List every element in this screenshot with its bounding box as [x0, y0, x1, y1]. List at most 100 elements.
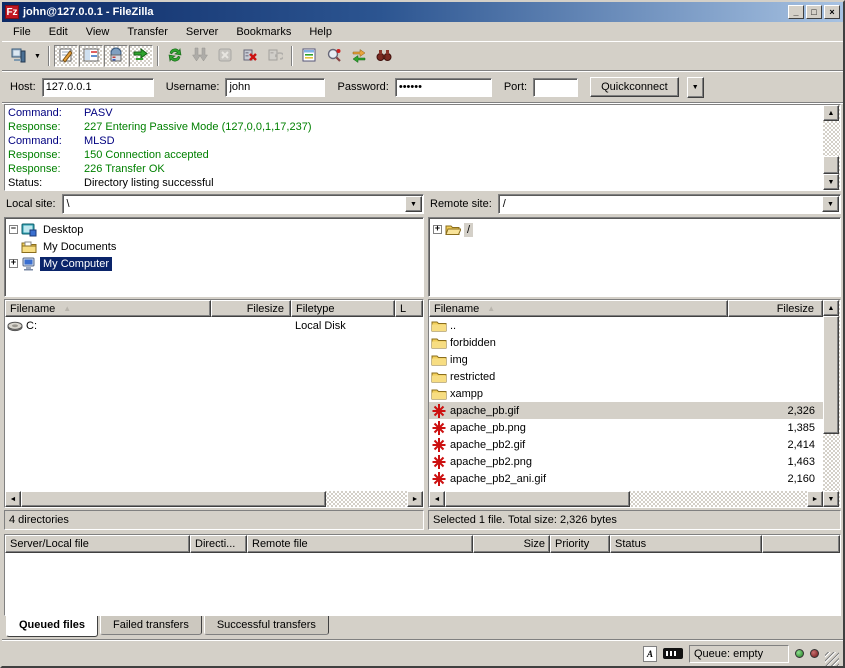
collapse-icon[interactable]: −: [9, 225, 18, 234]
scroll-down-icon[interactable]: ▼: [823, 491, 839, 507]
remote-file-row[interactable]: ..: [429, 317, 823, 334]
remote-file-row-selected[interactable]: apache_pb.gif2,326: [429, 402, 823, 419]
local-list-header: Filename▲ Filesize Filetype L: [5, 300, 423, 317]
password-input[interactable]: [395, 78, 492, 97]
scroll-right-icon[interactable]: ►: [807, 491, 823, 507]
remote-site-combobox[interactable]: / ▼: [498, 194, 841, 214]
local-directory-tree[interactable]: − Desktop My Documents + My Computer: [4, 217, 424, 297]
scroll-left-icon[interactable]: ◄: [429, 491, 445, 507]
menu-server[interactable]: Server: [177, 24, 227, 40]
maximize-button[interactable]: □: [806, 5, 822, 19]
scrollbar-thumb[interactable]: [445, 491, 630, 507]
column-filesize[interactable]: Filesize: [211, 300, 291, 317]
quickconnect-dropdown-icon[interactable]: ▼: [687, 77, 704, 98]
remote-file-row[interactable]: apache_pb2.png1,463: [429, 453, 823, 470]
remote-horizontal-scrollbar[interactable]: ◄ ►: [429, 491, 823, 507]
column-remote-file[interactable]: Remote file: [247, 535, 473, 553]
host-input[interactable]: [42, 78, 154, 97]
tab-failed-transfers[interactable]: Failed transfers: [100, 616, 202, 635]
reconnect-button[interactable]: [263, 45, 287, 67]
tree-label-my-computer[interactable]: My Computer: [40, 257, 112, 271]
tab-queued-files[interactable]: Queued files: [6, 616, 98, 637]
port-input[interactable]: [533, 78, 578, 97]
username-input[interactable]: [225, 78, 325, 97]
scrollbar-thumb[interactable]: [21, 491, 326, 507]
column-direction[interactable]: Directi...: [190, 535, 247, 553]
chevron-down-icon[interactable]: ▼: [822, 196, 839, 212]
remote-vertical-scrollbar[interactable]: ▲ ▼: [823, 300, 840, 507]
process-queue-button[interactable]: [188, 45, 212, 67]
menu-file[interactable]: File: [4, 24, 40, 40]
tree-item-root[interactable]: + /: [433, 221, 838, 238]
directory-comparison-button[interactable]: [322, 45, 346, 67]
site-manager-dropdown-icon[interactable]: ▼: [31, 45, 44, 67]
column-status[interactable]: Status: [610, 535, 762, 553]
toggle-local-tree-button[interactable]: [79, 45, 103, 67]
menu-edit[interactable]: Edit: [40, 24, 77, 40]
expand-icon[interactable]: +: [9, 259, 18, 268]
toggle-remote-tree-button[interactable]: [104, 45, 128, 67]
local-file-list[interactable]: C: Local Disk: [5, 317, 423, 491]
column-filetype[interactable]: Filetype: [291, 300, 395, 317]
column-filename[interactable]: Filename▲: [5, 300, 211, 317]
find-files-button[interactable]: [372, 45, 396, 67]
resize-grip[interactable]: [825, 652, 839, 666]
tree-label-root[interactable]: /: [464, 223, 473, 237]
filter-button[interactable]: [297, 45, 321, 67]
scrollbar-thumb[interactable]: [823, 316, 839, 434]
message-log[interactable]: Command:PASV Response:227 Entering Passi…: [5, 105, 823, 190]
menu-help[interactable]: Help: [300, 24, 341, 40]
remote-file-row[interactable]: restricted: [429, 368, 823, 385]
toggle-log-button[interactable]: [54, 45, 78, 67]
quickconnect-button[interactable]: Quickconnect: [590, 77, 679, 97]
transfer-type-icon[interactable]: A: [643, 646, 657, 662]
chevron-down-icon[interactable]: ▼: [405, 196, 422, 212]
remote-file-row[interactable]: apache_pb.png1,385: [429, 419, 823, 436]
title-bar[interactable]: Fz john@127.0.0.1 - FileZilla _ □ ×: [2, 2, 843, 22]
remote-file-row[interactable]: forbidden: [429, 334, 823, 351]
scroll-left-icon[interactable]: ◄: [5, 491, 21, 507]
scrollbar-thumb[interactable]: [823, 156, 839, 174]
speed-limit-icon[interactable]: [663, 648, 683, 659]
remote-file-row[interactable]: apache_pb2.gif2,414: [429, 436, 823, 453]
cancel-button[interactable]: [213, 45, 237, 67]
toggle-queue-button[interactable]: [129, 45, 153, 67]
log-vertical-scrollbar[interactable]: ▲ ▼: [823, 105, 840, 190]
minimize-button[interactable]: _: [788, 5, 804, 19]
synchronized-browsing-button[interactable]: [347, 45, 371, 67]
tree-label-my-documents[interactable]: My Documents: [40, 240, 119, 254]
expand-icon[interactable]: +: [433, 225, 442, 234]
column-truncated[interactable]: L: [395, 300, 423, 317]
tree-item-desktop[interactable]: − Desktop: [9, 221, 421, 238]
column-filename[interactable]: Filename▲: [429, 300, 728, 317]
tree-label-desktop[interactable]: Desktop: [40, 223, 86, 237]
tree-item-my-documents[interactable]: My Documents: [9, 238, 421, 255]
remote-directory-tree[interactable]: + /: [428, 217, 841, 297]
local-file-row[interactable]: C: Local Disk: [5, 317, 423, 334]
menu-bookmarks[interactable]: Bookmarks: [227, 24, 300, 40]
remote-file-row[interactable]: xampp: [429, 385, 823, 402]
column-priority[interactable]: Priority: [550, 535, 610, 553]
queue-list[interactable]: [5, 553, 840, 615]
column-filesize[interactable]: Filesize: [728, 300, 823, 317]
site-manager-button[interactable]: [6, 45, 30, 67]
menu-view[interactable]: View: [77, 24, 119, 40]
local-site-combobox[interactable]: \ ▼: [62, 194, 424, 214]
remote-file-list[interactable]: .. forbidden img restricted xampp apache…: [429, 317, 823, 491]
remote-file-row[interactable]: img: [429, 351, 823, 368]
refresh-button[interactable]: [163, 45, 187, 67]
host-label: Host:: [10, 81, 36, 93]
column-size[interactable]: Size: [473, 535, 550, 553]
scroll-down-icon[interactable]: ▼: [823, 174, 839, 190]
disconnect-button[interactable]: [238, 45, 262, 67]
scroll-up-icon[interactable]: ▲: [823, 300, 839, 316]
remote-file-row[interactable]: apache_pb2_ani.gif2,160: [429, 470, 823, 487]
local-horizontal-scrollbar[interactable]: ◄ ►: [5, 491, 423, 507]
scroll-right-icon[interactable]: ►: [407, 491, 423, 507]
column-server-local-file[interactable]: Server/Local file: [5, 535, 190, 553]
tab-successful-transfers[interactable]: Successful transfers: [204, 616, 329, 635]
menu-transfer[interactable]: Transfer: [118, 24, 177, 40]
close-button[interactable]: ×: [824, 5, 840, 19]
scroll-up-icon[interactable]: ▲: [823, 105, 839, 121]
tree-item-my-computer[interactable]: + My Computer: [9, 255, 421, 272]
